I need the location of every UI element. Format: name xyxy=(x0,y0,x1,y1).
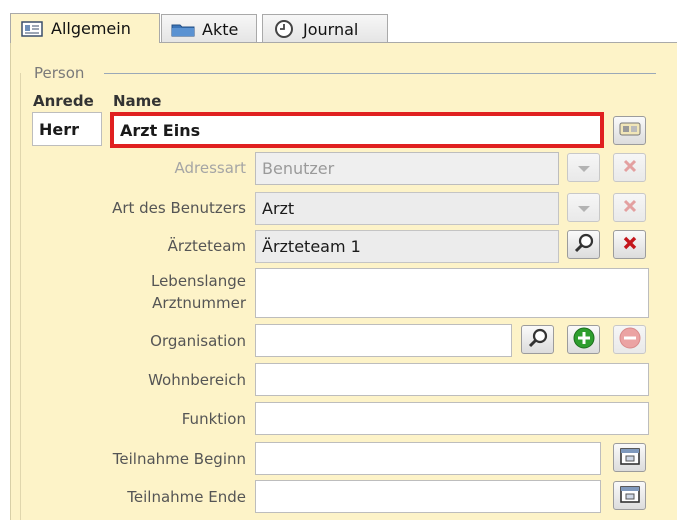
name-field[interactable]: Arzt Eins xyxy=(110,112,604,148)
tab-label: Akte xyxy=(202,19,239,39)
wohnbereich-label: Wohnbereich xyxy=(148,371,246,389)
lebenslange-arztnummer-field[interactable] xyxy=(255,268,649,318)
aerzteteam-field: Ärzteteam 1 xyxy=(255,230,559,263)
teilnahme-ende-field[interactable] xyxy=(255,480,601,513)
remove-icon xyxy=(619,327,641,353)
funktion-field[interactable] xyxy=(255,402,649,435)
calendar-icon xyxy=(619,446,641,470)
close-icon xyxy=(623,198,637,217)
folder-icon xyxy=(170,20,196,38)
id-card-button[interactable] xyxy=(613,116,646,145)
adressart-field: Benutzer xyxy=(255,152,559,185)
name-header: Name xyxy=(113,92,162,110)
adressart-clear-button xyxy=(613,153,646,182)
add-icon xyxy=(573,327,595,353)
organisation-search-button[interactable] xyxy=(521,325,554,354)
tab-journal[interactable]: Journal xyxy=(262,14,388,43)
tab-label: Allgemein xyxy=(51,19,131,38)
clock-icon xyxy=(271,20,297,38)
close-icon xyxy=(623,235,637,254)
chevron-down-icon xyxy=(577,198,591,217)
anrede-header: Anrede xyxy=(33,92,94,110)
art-des-benutzers-clear-button xyxy=(613,193,646,222)
wohnbereich-field[interactable] xyxy=(255,363,649,396)
group-title: Person xyxy=(34,64,89,82)
tab-allgemein[interactable]: Allgemein xyxy=(10,13,160,43)
tab-bar: Allgemein Akte Journal xyxy=(0,0,677,43)
id-card-icon xyxy=(619,121,641,140)
search-icon xyxy=(574,233,594,257)
aerzteteam-label: Ärzteteam xyxy=(167,237,246,255)
group-divider xyxy=(104,73,656,74)
lebenslange-arztnummer-label-line1: Lebenslange xyxy=(150,272,246,290)
teilnahme-ende-label: Teilnahme Ende xyxy=(127,488,246,506)
funktion-label: Funktion xyxy=(181,410,246,428)
search-icon xyxy=(528,328,548,352)
aerzteteam-clear-button[interactable] xyxy=(613,230,646,259)
anrede-field[interactable]: Herr xyxy=(32,112,102,146)
art-des-benutzers-field: Arzt xyxy=(255,192,559,225)
group-border xyxy=(20,73,21,520)
teilnahme-ende-calendar-button[interactable] xyxy=(613,481,646,510)
teilnahme-beginn-field[interactable] xyxy=(255,442,601,475)
teilnahme-beginn-label: Teilnahme Beginn xyxy=(112,450,246,468)
teilnahme-beginn-calendar-button[interactable] xyxy=(613,443,646,472)
aerzteteam-search-button[interactable] xyxy=(567,230,600,259)
adressart-dropdown-button xyxy=(567,153,600,182)
tab-akte[interactable]: Akte xyxy=(161,14,257,43)
adressart-label: Adressart xyxy=(174,159,246,177)
lebenslange-arztnummer-label-line2: Arztnummer xyxy=(152,294,246,312)
tab-label: Journal xyxy=(303,19,359,39)
organisation-label: Organisation xyxy=(150,332,246,350)
close-icon xyxy=(623,158,637,177)
organisation-field[interactable] xyxy=(255,324,512,357)
chevron-down-icon xyxy=(577,158,591,177)
organisation-add-button[interactable] xyxy=(567,325,600,354)
calendar-icon xyxy=(619,484,641,508)
organisation-remove-button xyxy=(613,325,646,354)
card-icon xyxy=(19,20,45,38)
art-des-benutzers-label: Art des Benutzers xyxy=(112,199,246,217)
art-des-benutzers-dropdown-button xyxy=(567,193,600,222)
